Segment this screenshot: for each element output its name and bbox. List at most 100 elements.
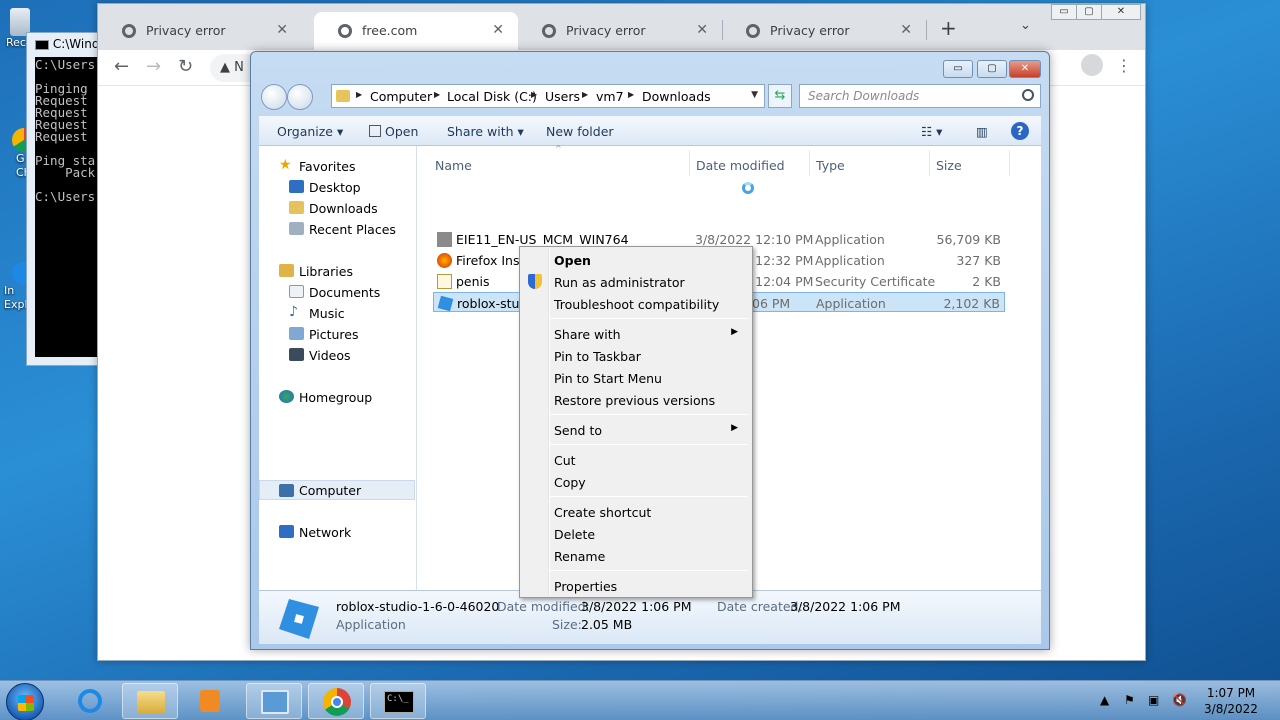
preview-pane-icon[interactable]: ▥	[976, 124, 988, 139]
address-bar[interactable]: ▶ Computer ▶ Local Disk (C:) ▶ Users ▶ v…	[331, 84, 765, 108]
videos-icon	[289, 348, 304, 361]
tab-privacy-error-1[interactable]: Privacy error ✕	[98, 12, 302, 50]
view-options-icon[interactable]: ☷ ▾	[921, 124, 942, 139]
menu-item-troubleshoot[interactable]: Troubleshoot compatibility	[522, 293, 750, 315]
system-clock[interactable]: 1:07 PM 3/8/2022	[1196, 685, 1266, 717]
refresh-button[interactable]: ⇆	[768, 84, 792, 108]
chevron-down-icon[interactable]: ▼	[751, 90, 758, 100]
show-hidden-icons[interactable]: ▲	[1100, 693, 1109, 707]
firefox-icon	[437, 253, 452, 268]
nav-desktop[interactable]: Desktop	[259, 177, 415, 197]
chrome-close-button[interactable]: ✕	[1101, 4, 1141, 20]
explorer-minimize-button[interactable]: ▭	[943, 60, 973, 78]
nav-favorites[interactable]: ★ Favorites	[259, 156, 415, 176]
reload-icon[interactable]: ↻	[178, 56, 193, 77]
new-tab-button[interactable]: +	[940, 16, 957, 40]
organize-button[interactable]: Organize ▾	[277, 124, 343, 139]
certificate-icon	[437, 274, 452, 289]
media-player-icon	[200, 690, 220, 712]
open-button[interactable]: Open	[369, 124, 418, 139]
command-prompt-icon: C:\_	[384, 691, 414, 713]
network-icon[interactable]: ▣	[1148, 693, 1159, 707]
forward-arrow-icon[interactable]: →	[146, 56, 161, 77]
menu-item-open[interactable]: Open	[522, 249, 750, 271]
nav-videos[interactable]: Videos	[259, 345, 415, 365]
help-button[interactable]: ?	[1011, 122, 1029, 140]
menu-item-restore-versions[interactable]: Restore previous versions	[522, 389, 750, 411]
breadcrumb-local-disk[interactable]: Local Disk (C:)	[447, 89, 537, 104]
back-button[interactable]	[261, 84, 287, 110]
column-date-modified[interactable]: Date modified	[696, 158, 785, 173]
nav-music[interactable]: ♪ Music	[259, 303, 415, 323]
context-menu: Open Run as administrator Troubleshoot c…	[519, 246, 753, 598]
profile-avatar-icon[interactable]	[1081, 54, 1103, 76]
menu-separator	[550, 414, 748, 415]
taskbar: C:\_ ▲ ⚑ ▣ 🔇 1:07 PM 3/8/2022	[0, 680, 1280, 720]
menu-item-delete[interactable]: Delete	[522, 523, 750, 545]
tab-close-icon[interactable]: ✕	[492, 22, 504, 38]
taskbar-explorer[interactable]	[122, 683, 178, 719]
nav-recent-places[interactable]: Recent Places	[259, 219, 415, 239]
nav-downloads[interactable]: Downloads	[259, 198, 415, 218]
chrome-maximize-button[interactable]: ▢	[1076, 4, 1102, 20]
explorer-maximize-button[interactable]: ▢	[977, 60, 1007, 78]
tab-privacy-error-3[interactable]: Privacy error ✕	[722, 12, 926, 50]
share-with-button[interactable]: Share with ▾	[447, 124, 524, 139]
menu-item-share-with[interactable]: Share with ▶	[522, 323, 750, 345]
breadcrumb-arrow-icon: ▶	[582, 90, 589, 99]
chrome-icon-center	[331, 696, 343, 708]
nav-network[interactable]: Network	[259, 522, 415, 542]
breadcrumb-users[interactable]: Users	[545, 89, 580, 104]
tab-close-icon[interactable]: ✕	[276, 22, 288, 38]
nav-pictures[interactable]: Pictures	[259, 324, 415, 344]
column-name[interactable]: Name	[435, 158, 472, 173]
tab-privacy-error-2[interactable]: Privacy error ✕	[518, 12, 722, 50]
taskbar-cmd[interactable]: C:\_	[370, 683, 426, 719]
action-center-flag-icon[interactable]: ⚑	[1124, 693, 1135, 707]
column-size[interactable]: Size	[936, 158, 962, 173]
menu-item-rename[interactable]: Rename	[522, 545, 750, 567]
details-date-created: 3/8/2022 1:06 PM	[790, 599, 901, 614]
nav-libraries[interactable]: Libraries	[259, 261, 415, 281]
taskbar-control-panel[interactable]	[246, 683, 302, 719]
tab-free-com[interactable]: free.com ✕	[314, 12, 518, 50]
chrome-menu-icon[interactable]: ⋮	[1116, 56, 1132, 75]
column-type[interactable]: Type	[816, 158, 845, 173]
taskbar-media-player[interactable]	[182, 683, 238, 719]
nav-computer[interactable]: Computer	[259, 480, 415, 500]
globe-icon	[542, 24, 556, 38]
documents-icon	[289, 285, 304, 298]
tab-strip: Privacy error ✕ free.com ✕ Privacy error…	[98, 4, 1145, 50]
forward-button[interactable]	[287, 84, 313, 110]
nav-buttons	[261, 84, 317, 110]
chrome-minimize-button[interactable]: ▭	[1051, 4, 1077, 20]
submenu-arrow-icon: ▶	[731, 423, 738, 433]
breadcrumb-downloads[interactable]: Downloads	[642, 89, 711, 104]
breadcrumb-computer[interactable]: Computer	[370, 89, 432, 104]
breadcrumb-arrow-icon: ▶	[356, 90, 363, 99]
explorer-close-button[interactable]: ✕	[1009, 60, 1041, 78]
volume-muted-icon[interactable]: 🔇	[1172, 693, 1187, 707]
column-separator	[689, 150, 690, 176]
tab-close-icon[interactable]: ✕	[900, 22, 912, 38]
taskbar-ie[interactable]	[62, 683, 118, 719]
breadcrumb-vm7[interactable]: vm7	[596, 89, 624, 104]
nav-documents[interactable]: Documents	[259, 282, 415, 302]
tab-close-icon[interactable]: ✕	[696, 22, 708, 38]
menu-item-properties[interactable]: Properties	[522, 575, 750, 597]
omnibox[interactable]: ▲ N	[210, 54, 250, 82]
menu-item-create-shortcut[interactable]: Create shortcut	[522, 501, 750, 523]
start-button[interactable]	[6, 683, 44, 720]
menu-item-cut[interactable]: Cut	[522, 449, 750, 471]
menu-item-run-as-admin[interactable]: Run as administrator	[522, 271, 750, 293]
menu-item-pin-taskbar[interactable]: Pin to Taskbar	[522, 345, 750, 367]
menu-item-pin-start[interactable]: Pin to Start Menu	[522, 367, 750, 389]
new-folder-button[interactable]: New folder	[546, 124, 614, 139]
search-input[interactable]: Search Downloads	[799, 84, 1041, 108]
menu-item-send-to[interactable]: Send to ▶	[522, 419, 750, 441]
nav-homegroup[interactable]: Homegroup	[259, 387, 415, 407]
back-arrow-icon[interactable]: ←	[114, 56, 129, 77]
taskbar-chrome[interactable]	[308, 683, 364, 719]
menu-item-copy[interactable]: Copy	[522, 471, 750, 493]
tab-search-chevron-icon[interactable]: ⌄	[1020, 18, 1031, 33]
